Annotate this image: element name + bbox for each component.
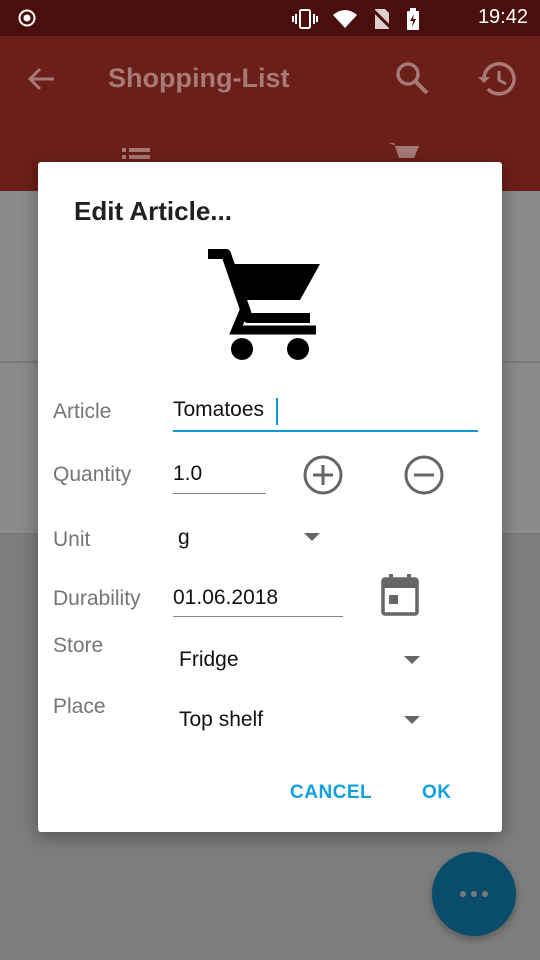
- wifi-icon: [333, 10, 357, 28]
- calendar-icon[interactable]: [381, 574, 419, 616]
- article-input[interactable]: Tomatoes: [173, 398, 264, 422]
- dialog-title: Edit Article...: [74, 196, 232, 226]
- record-icon: [18, 9, 36, 27]
- quantity-input[interactable]: 1.0: [173, 462, 202, 486]
- durability-input[interactable]: 01.06.2018: [173, 586, 278, 610]
- status-time: 19:42: [477, 6, 528, 28]
- edit-article-dialog: Edit Article... Article Tomatoes Quantit…: [38, 162, 502, 832]
- text-cursor: [276, 398, 278, 425]
- unit-select[interactable]: g: [178, 526, 190, 550]
- dropdown-arrow-icon[interactable]: [304, 533, 320, 541]
- minus-circle-icon[interactable]: [403, 454, 445, 496]
- store-select[interactable]: Fridge: [179, 648, 239, 672]
- more-fab-button[interactable]: [432, 852, 516, 936]
- history-icon[interactable]: [476, 60, 520, 98]
- store-label: Store: [53, 634, 104, 657]
- ok-button[interactable]: OK: [422, 782, 452, 804]
- durability-label: Durability: [53, 587, 141, 610]
- vibrate-icon: [292, 9, 318, 29]
- place-label: Place: [53, 695, 106, 718]
- article-input-underline: [173, 430, 478, 432]
- article-label: Article: [53, 400, 112, 423]
- dropdown-arrow-icon[interactable]: [404, 656, 420, 664]
- app-title: Shopping-List: [108, 63, 290, 93]
- battery-icon: [407, 8, 419, 30]
- dropdown-arrow-icon[interactable]: [404, 716, 420, 724]
- cancel-button[interactable]: CANCEL: [290, 782, 372, 804]
- status-bar: 19:42: [0, 0, 540, 36]
- more-dots-icon: [460, 891, 488, 897]
- no-sim-icon: [372, 8, 392, 30]
- back-arrow-icon[interactable]: [26, 63, 58, 95]
- search-icon[interactable]: [394, 60, 430, 96]
- quantity-label: Quantity: [53, 463, 132, 486]
- plus-circle-icon[interactable]: [302, 454, 344, 496]
- unit-label: Unit: [53, 528, 91, 551]
- quantity-input-underline: [173, 493, 266, 494]
- cart-icon: [208, 249, 320, 360]
- place-select[interactable]: Top shelf: [179, 708, 263, 732]
- durability-input-underline: [173, 616, 343, 617]
